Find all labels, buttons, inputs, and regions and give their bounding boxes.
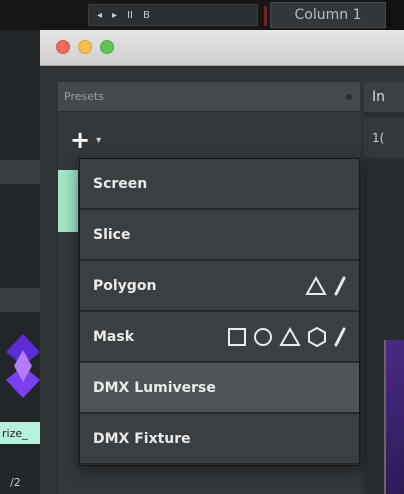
chevron-down-icon: ▾ (96, 134, 102, 146)
top-bar-edge (386, 0, 404, 30)
inspector-field[interactable]: 1( (364, 118, 404, 158)
polygon-tools (305, 276, 347, 296)
inspector-header: In (364, 82, 404, 112)
pencil-icon[interactable] (333, 276, 347, 296)
add-button[interactable]: + ▾ (70, 126, 102, 154)
dropdown-indicator-icon (346, 94, 352, 100)
presets-label: Presets (64, 90, 105, 103)
stop-icon[interactable]: B (143, 10, 150, 21)
menu-item-label: Screen (93, 175, 148, 192)
right-panel: In 1( (364, 82, 404, 494)
playhead-marker (264, 6, 267, 26)
menu-item-dmx-lumiverse[interactable]: DMX Lumiverse (80, 363, 359, 413)
left-strip (0, 160, 40, 184)
output-preview (384, 340, 404, 494)
selected-item-indicator (58, 170, 78, 232)
menu-item-screen[interactable]: Screen (80, 159, 359, 209)
left-strip (0, 288, 40, 312)
zoom-window-button[interactable] (100, 40, 114, 54)
clip-thumbnail-icon[interactable] (6, 332, 40, 400)
hexagon-icon[interactable] (307, 327, 327, 347)
menu-item-label: DMX Lumiverse (93, 379, 216, 396)
menu-item-slice[interactable]: Slice (80, 210, 359, 260)
column-tab[interactable]: Column 1 (270, 2, 386, 28)
triangle-icon[interactable] (305, 276, 327, 296)
close-window-button[interactable] (56, 40, 70, 54)
presets-dropdown[interactable]: Presets (58, 82, 360, 112)
transport-controls: ◂ ▸ II B (88, 4, 258, 26)
menu-item-label: Mask (93, 328, 135, 345)
clip-name-tag[interactable]: rize_ (0, 422, 40, 444)
menu-item-polygon[interactable]: Polygon (80, 261, 359, 311)
menu-item-label: Slice (93, 226, 131, 243)
minimize-window-button[interactable] (78, 40, 92, 54)
left-column: rize_ /2 (0, 30, 40, 494)
mask-tools (227, 327, 347, 347)
add-layer-menu: Screen Slice Polygon Mask DMX Lumiverse … (79, 158, 360, 466)
prev-icon[interactable]: ◂ (97, 10, 102, 21)
pencil-icon[interactable] (333, 327, 347, 347)
menu-item-mask[interactable]: Mask (80, 312, 359, 362)
triangle-icon[interactable] (279, 327, 301, 347)
page-indicator: /2 (10, 476, 21, 489)
circle-icon[interactable] (253, 327, 273, 347)
window-titlebar (40, 30, 404, 66)
square-icon[interactable] (227, 327, 247, 347)
plus-icon: + (70, 126, 91, 154)
menu-item-label: DMX Fixture (93, 430, 191, 447)
menu-item-dmx-fixture[interactable]: DMX Fixture (80, 414, 359, 464)
menu-item-label: Polygon (93, 277, 157, 294)
pause-icon[interactable]: II (127, 10, 133, 21)
next-icon[interactable]: ▸ (112, 10, 117, 21)
